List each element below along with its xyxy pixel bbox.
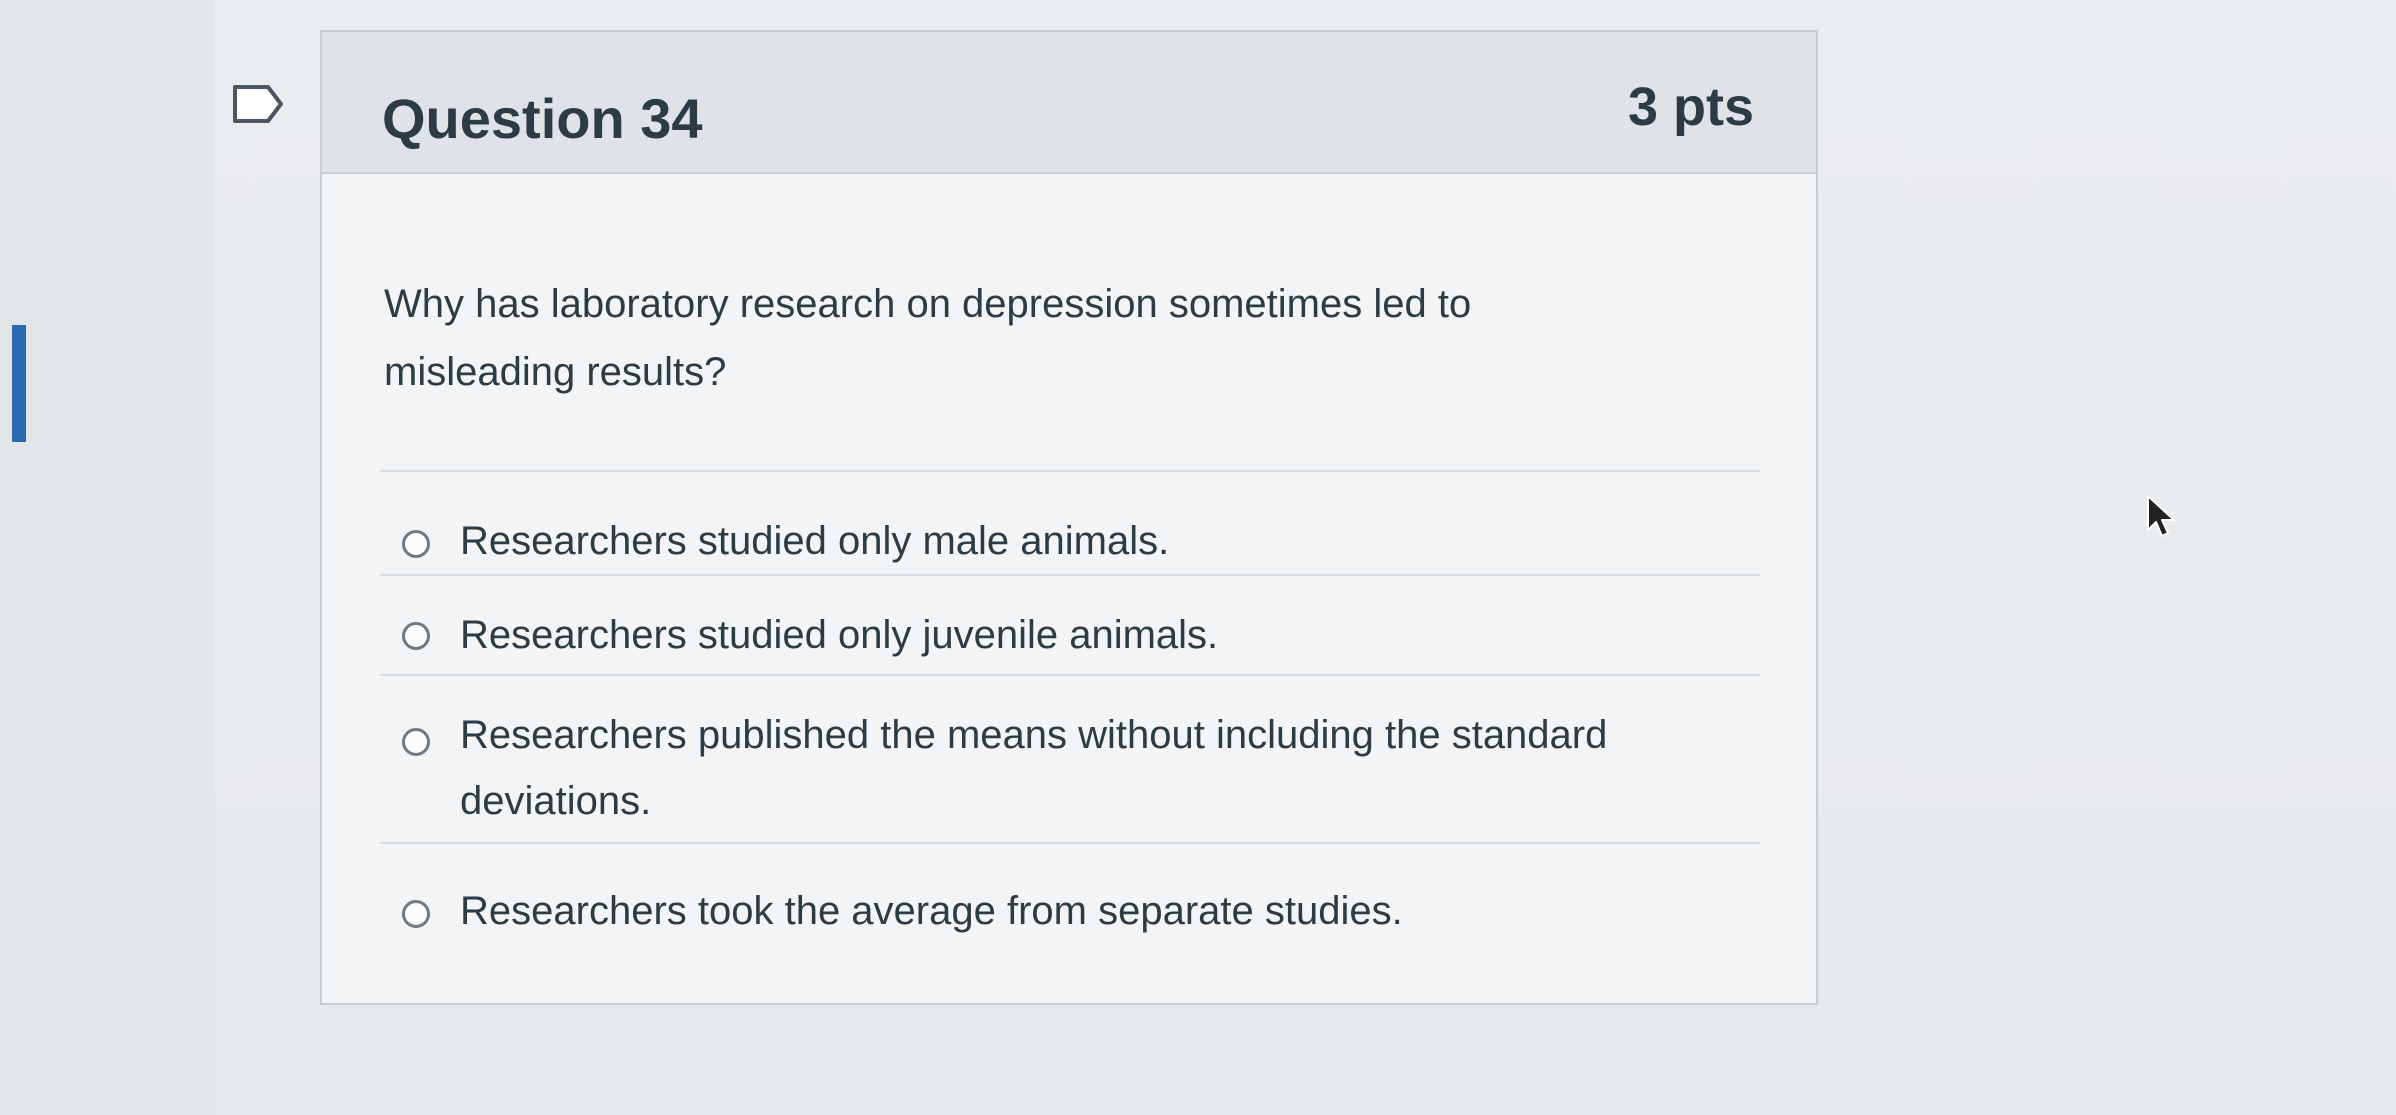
question-header: Question 34 3 pts (322, 32, 1816, 174)
answer-list: Researchers studied only male animals. R… (380, 470, 1760, 964)
sidebar-accent-bar (12, 325, 26, 442)
radio-button[interactable] (402, 728, 430, 756)
answer-label: Researchers studied only juvenile animal… (460, 613, 1219, 657)
radio-button[interactable] (402, 622, 430, 650)
mouse-pointer-icon (2147, 495, 2175, 537)
left-panel (0, 0, 215, 1115)
answer-option-4[interactable]: Researchers took the average from separa… (380, 844, 1760, 964)
answer-label: Researchers studied only male animals. (460, 519, 1170, 563)
answer-label: Researchers published the means without … (460, 713, 1608, 823)
flag-question-icon[interactable] (232, 84, 284, 124)
question-title: Question 34 (382, 87, 703, 150)
answer-option-2[interactable]: Researchers studied only juvenile animal… (380, 576, 1760, 676)
answer-label: Researchers took the average from separa… (460, 889, 1403, 933)
question-card: Question 34 3 pts Why has laboratory res… (320, 30, 1818, 1005)
radio-button[interactable] (402, 530, 430, 558)
question-text: Why has laboratory research on depressio… (384, 282, 1472, 394)
radio-button[interactable] (402, 900, 430, 928)
question-points: 3 pts (1627, 77, 1754, 137)
answer-option-1[interactable]: Researchers studied only male animals. (380, 472, 1760, 576)
answer-option-3[interactable]: Researchers published the means without … (380, 676, 1760, 844)
